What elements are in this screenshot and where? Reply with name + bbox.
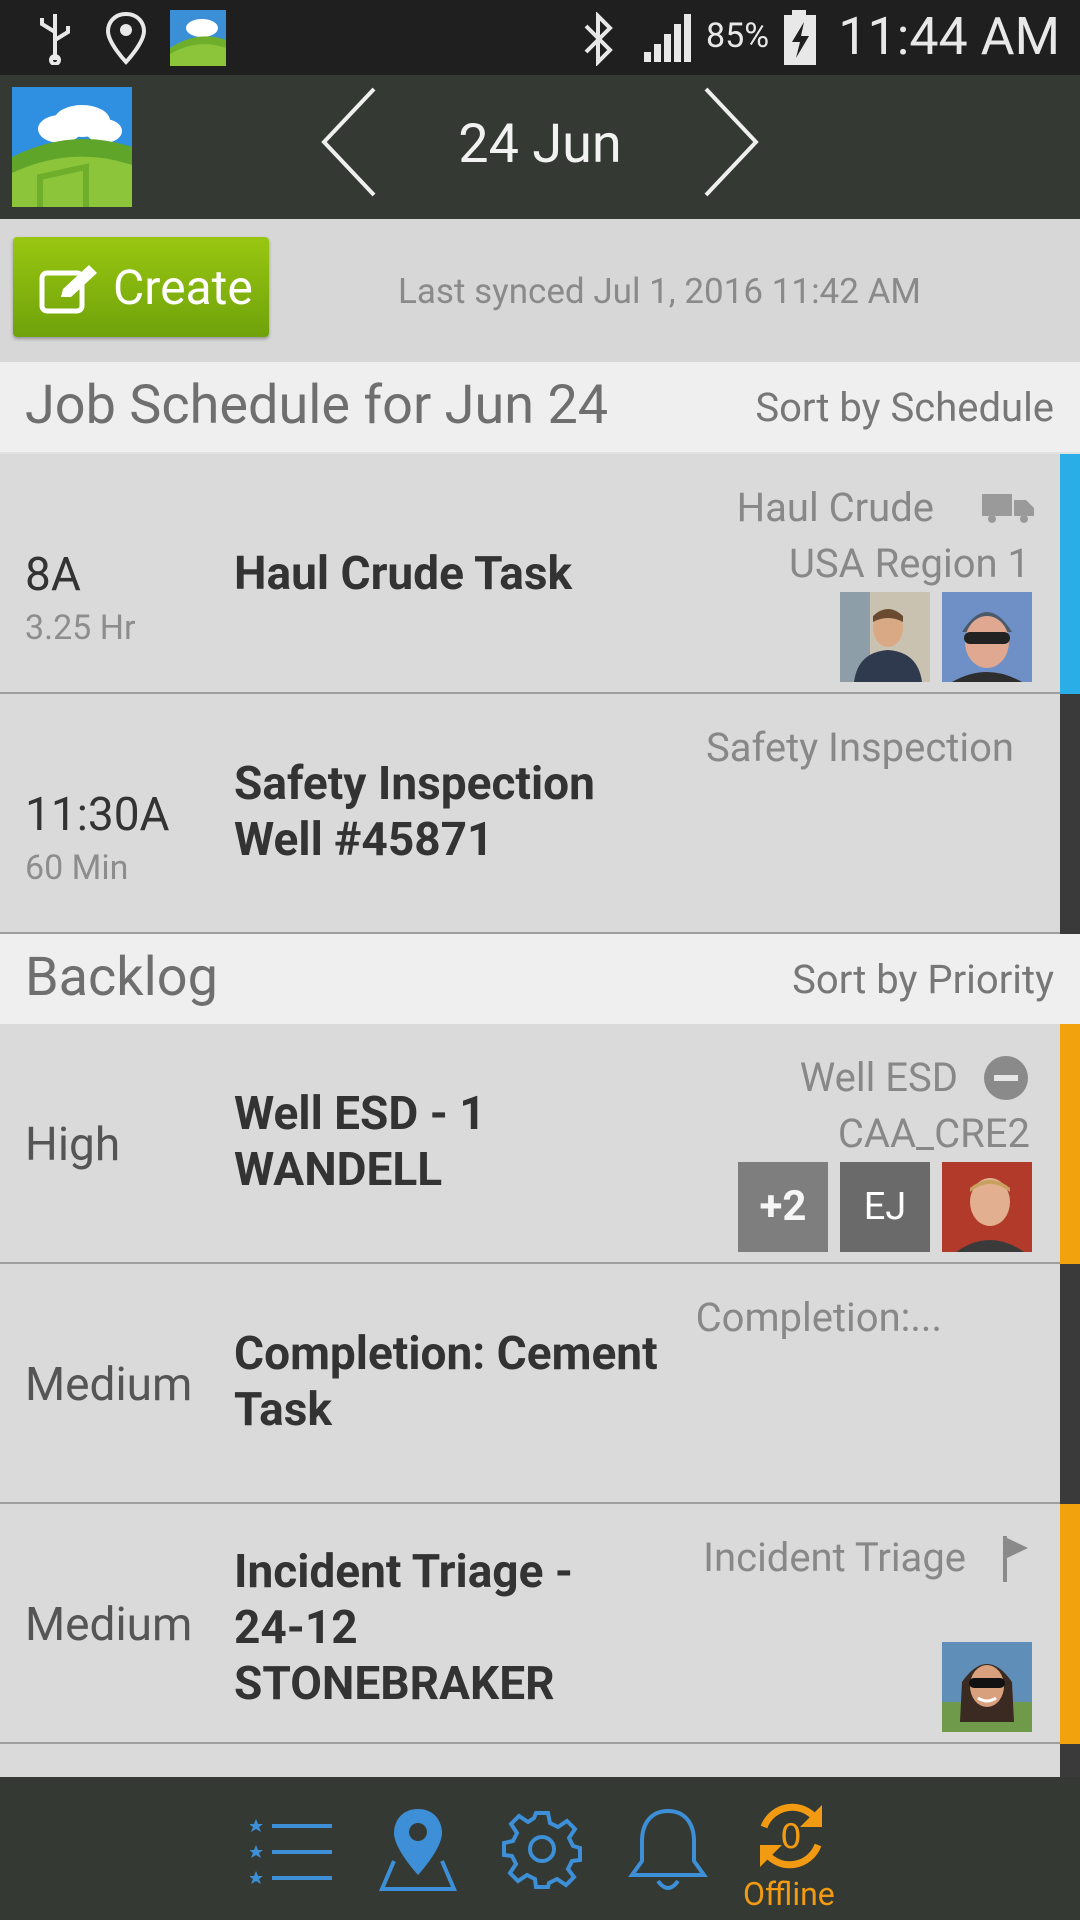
clock: 11:44 AM	[838, 6, 1060, 67]
job-time: 8A	[25, 548, 81, 602]
job-location: USA Region 1	[788, 540, 1030, 587]
offline-count: 0	[780, 1817, 802, 1857]
schedule-title: Job Schedule for Jun 24	[25, 374, 609, 437]
battery-percent: 85%	[706, 16, 770, 56]
assignee-avatar	[840, 592, 930, 682]
extra-assignees-badge: +2	[738, 1162, 828, 1252]
status-stripe	[1060, 1024, 1080, 1264]
job-name-line1: Incident Triage -	[234, 1545, 573, 1599]
job-name-line2: Task	[234, 1383, 332, 1437]
schedule-row-safety-inspection[interactable]: 11:30A 60 Min Safety Inspection Well #45…	[0, 694, 1060, 934]
next-date-arrow[interactable]	[698, 85, 762, 200]
status-stripe	[1060, 694, 1080, 934]
assignee-avatar	[942, 1162, 1032, 1252]
job-priority: Medium	[25, 1598, 193, 1652]
battery-charging-icon	[784, 10, 816, 65]
status-stripe	[1060, 1264, 1080, 1504]
toolbar: Create Last synced Jul 1, 2016 11:42 AM	[0, 219, 1080, 362]
job-duration: 3.25 Hr	[25, 608, 136, 648]
edit-icon	[39, 265, 97, 314]
schedule-row-haul-crude[interactable]: 8A 3.25 Hr Haul Crude Task Haul Crude US…	[0, 454, 1060, 694]
create-button[interactable]: Create	[13, 237, 269, 337]
status-stripe	[1060, 1504, 1080, 1744]
last-synced-text: Last synced Jul 1, 2016 11:42 AM	[398, 271, 921, 312]
bluetooth-icon	[584, 12, 613, 66]
job-name-line3: STONEBRAKER	[234, 1657, 555, 1711]
job-duration: 60 Min	[25, 848, 129, 888]
assignee-avatar	[942, 592, 1032, 682]
status-stripe	[1060, 1744, 1080, 1777]
job-name-line2: Well #45871	[234, 813, 494, 867]
job-name-line1: Completion: Cement	[234, 1327, 658, 1381]
map-location-icon[interactable]	[378, 1805, 458, 1893]
job-name-line1: Safety Inspection	[234, 757, 595, 811]
job-name-line2: 24-12	[234, 1601, 358, 1655]
offline-label[interactable]: Offline	[743, 1875, 835, 1913]
signal-icon	[644, 14, 691, 62]
backlog-row-incident-triage[interactable]: Medium Incident Triage - 24-12 STONEBRAK…	[0, 1504, 1060, 1744]
job-priority: Medium	[25, 1358, 193, 1412]
app-notification-icon	[170, 10, 226, 66]
schedule-section-header: Job Schedule for Jun 24 Sort by Schedule	[0, 362, 1080, 452]
job-time: 11:30A	[25, 788, 170, 842]
truck-icon	[982, 494, 1034, 523]
assignee-initials: EJ	[840, 1162, 930, 1252]
backlog-title: Backlog	[25, 946, 218, 1009]
notifications-bell-icon[interactable]	[626, 1805, 710, 1895]
current-date: 24 Jun	[458, 113, 622, 176]
minus-circle-icon	[984, 1056, 1028, 1100]
list-icon[interactable]	[250, 1817, 334, 1887]
settings-gear-icon[interactable]	[502, 1809, 582, 1889]
assignee-avatar	[942, 1642, 1032, 1732]
job-name-line1: Well ESD - 1	[234, 1087, 486, 1141]
backlog-sort-button[interactable]: Sort by Priority	[792, 956, 1054, 1003]
create-button-label: Create	[113, 259, 253, 316]
job-type: Haul Crude	[736, 484, 934, 531]
backlog-section-header: Backlog Sort by Priority	[0, 934, 1080, 1024]
backlog-row-completion[interactable]: Medium Completion: Cement Task Completio…	[0, 1264, 1060, 1504]
bottom-navigation: 0 Offline	[0, 1777, 1080, 1920]
backlog-row-partial[interactable]	[0, 1744, 1060, 1777]
usb-icon	[40, 14, 70, 65]
schedule-sort-button[interactable]: Sort by Schedule	[755, 384, 1054, 431]
job-type: Well ESD	[799, 1054, 958, 1101]
job-type: Incident Triage	[703, 1534, 966, 1581]
job-type: Completion:...	[695, 1294, 942, 1341]
job-location: CAA_CRE2	[837, 1110, 1030, 1157]
job-priority: High	[25, 1118, 121, 1172]
location-icon	[105, 11, 147, 65]
offline-sync-icon[interactable]: 0	[752, 1797, 830, 1875]
job-name: Haul Crude Task	[234, 547, 573, 601]
backlog-row-well-esd[interactable]: High Well ESD - 1 WANDELL Well ESD CAA_C…	[0, 1024, 1060, 1264]
status-bar: 85% 11:44 AM	[0, 0, 1080, 75]
flag-icon	[1003, 1536, 1028, 1582]
job-name-line2: WANDELL	[234, 1143, 443, 1197]
job-type: Safety Inspection	[705, 724, 1014, 771]
app-header: 24 Jun	[0, 75, 1080, 219]
status-stripe	[1060, 454, 1080, 694]
